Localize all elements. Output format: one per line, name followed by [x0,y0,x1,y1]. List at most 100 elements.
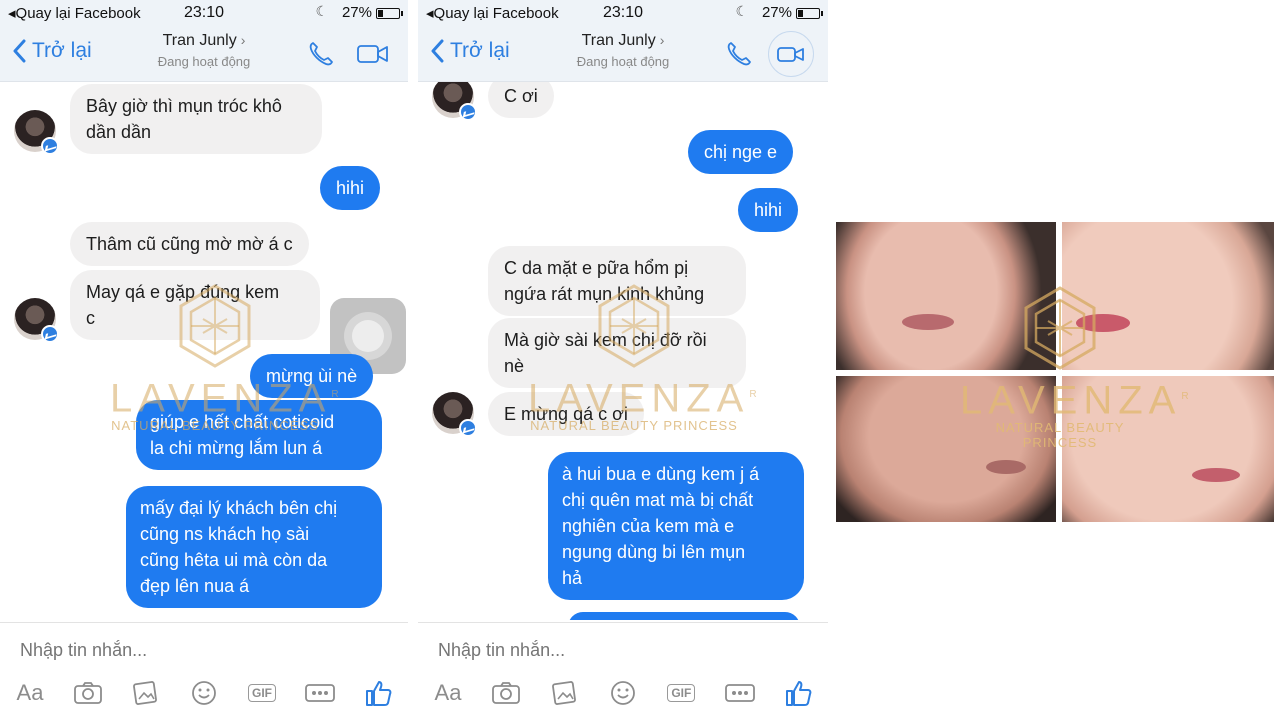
message-list: C ơi chị nge e hihi C da mặt e pữa hổm p… [418,82,828,620]
message-outgoing: hihi [320,166,381,210]
face-photo [836,376,1056,522]
contact-name: Tran Junly [581,32,656,49]
chat-screenshot-1: ◂Quay lại Facebook 23:10 ☾ 27% Trở lại T… [0,0,408,720]
messenger-badge-icon [459,419,477,437]
like-button[interactable] [360,675,396,711]
text-format-label: Aa [434,680,462,705]
chat-screenshot-2: ◂Quay lại Facebook 23:10 ☾ 27% Trở lại T… [418,0,828,720]
message-outgoing: hihi [738,188,799,232]
gallery-icon [133,681,157,705]
composer: Aa GIF [418,622,828,720]
message-list: Bây giờ thì mụn tróc khô dần dần hihi Th… [0,82,408,620]
more-button[interactable] [722,675,758,711]
message-outgoing: mừng ùi nè [250,354,374,398]
message-line: cũng hêta ui mà còn da [140,550,328,570]
message-line: à hui bua e dùng kem j á [562,464,760,484]
message-outgoing: giúp e hết chất coticoid la chi mừng lắm… [136,400,382,470]
gif-button[interactable]: GIF [244,675,280,711]
avatar[interactable] [14,110,59,155]
message-line: c [86,308,95,328]
avatar[interactable] [14,298,59,343]
message-line: Mà giờ sài kem chị đỡ rồi [504,330,707,350]
video-camera-icon[interactable] [774,39,808,69]
chevron-right-icon: › [659,32,665,48]
camera-icon [492,682,521,704]
battery-icon [376,8,403,19]
text-format-button[interactable]: Aa [430,675,466,711]
message-input[interactable] [438,637,798,663]
battery-icon [796,8,823,19]
message-line: mấy đại lý khách bên chị [140,498,338,518]
conversation-header: Trở lại Tran Junly › Đang hoạt động [0,26,408,82]
phone-icon[interactable] [306,39,336,69]
message-incoming: Thâm cũ cũng mờ mờ á c [70,222,309,266]
battery-percent: 27% [761,4,792,21]
avatar[interactable] [432,82,477,121]
phone-icon[interactable] [724,39,754,69]
composer-toolbar: Aa GIF [12,675,396,711]
presence-status: Đang hoạt động [576,54,670,69]
emoji-icon [192,681,216,705]
message-line: nè [504,356,525,376]
camera-button[interactable] [70,675,106,711]
message-outgoing-partial [568,612,800,620]
gallery-icon [551,681,576,705]
moon-icon: ☾ [735,3,748,19]
gallery-button[interactable] [128,675,164,711]
message-input[interactable] [20,637,380,663]
messenger-badge-icon [459,103,477,121]
emoji-icon [611,681,635,705]
avatar[interactable] [432,392,477,437]
face-photo [836,222,1056,370]
conversation-header: Trở lại Tran Junly › Đang hoạt động [418,26,828,82]
emoji-button[interactable] [186,675,222,711]
message-incoming: C ơi [488,82,554,118]
like-button[interactable] [780,675,816,711]
message-line: dần dần [86,122,152,142]
gif-button[interactable]: GIF [663,675,699,711]
presence-status: Đang hoạt động [157,54,251,69]
message-line: C da mặt e pữa hổm pị [504,258,689,278]
more-button[interactable] [302,675,338,711]
lips-shape [986,460,1026,474]
gif-icon: GIF [248,684,276,702]
lips-shape [1076,314,1130,332]
messenger-badge-icon [41,137,59,155]
gif-icon: GIF [667,684,696,702]
camera-icon [74,682,102,704]
message-line: ngung dùng bi lên mụn [562,542,746,562]
like-icon [785,681,812,706]
face-photo [1062,222,1274,370]
composer-toolbar: Aa GIF [430,675,816,711]
status-bar: ◂Quay lại Facebook 23:10 ☾ 27% [418,0,828,26]
message-line: Bây giờ thì mụn tróc khô [86,96,282,116]
message-incoming: E mừng qá c ơi [488,392,644,436]
emoji-button[interactable] [605,675,641,711]
message-incoming: May qá e gặp đúng kem c [70,270,320,340]
message-line: đẹp lên nua á [140,576,250,596]
message-line: cũng ns khách họ sài [140,524,310,544]
message-outgoing: mấy đại lý khách bên chị cũng ns khách h… [126,486,382,608]
battery-percent: 27% [341,4,372,21]
message-outgoing: chị nge e [688,130,794,174]
message-incoming: Mà giờ sài kem chị đỡ rồi nè [488,318,746,388]
like-icon [366,681,392,706]
contact-info[interactable]: Tran Junly › Đang hoạt động [418,32,828,69]
messenger-badge-icon [41,325,59,343]
contact-info[interactable]: Tran Junly › Đang hoạt động [0,32,408,69]
text-format-button[interactable]: Aa [12,675,48,711]
message-line: giúp e hết chất coticoid [150,412,335,432]
before-after-photos: LAVENZAR NATURAL BEAUTY PRINCESS [836,222,1274,522]
message-line: la chi mừng lắm lun á [150,438,323,458]
gallery-button[interactable] [547,675,583,711]
message-line: May qá e gặp đúng kem [86,282,280,302]
message-line: chị quên mat mà bị chất [562,490,754,510]
camera-button[interactable] [488,675,524,711]
video-camera-icon[interactable] [356,39,390,69]
lips-shape [902,314,954,330]
message-incoming: C da mặt e pữa hổm pị ngứa rát mụn kinh … [488,246,746,316]
lips-shape [1192,468,1240,482]
more-icon [724,684,755,702]
face-photo [1062,376,1274,522]
chevron-right-icon: › [240,32,246,48]
